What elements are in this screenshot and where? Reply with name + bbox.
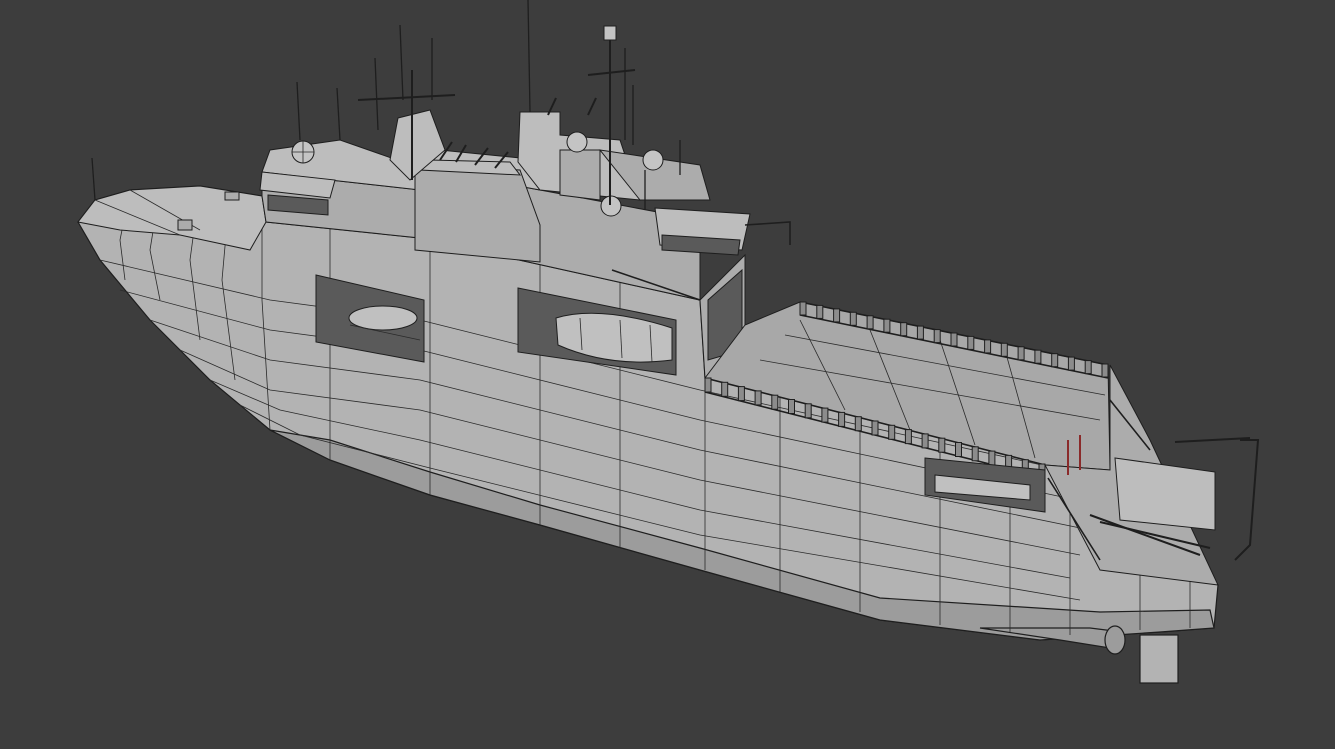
bulwark-post (971, 446, 979, 462)
bulwark-post (950, 332, 958, 347)
mast-top-sensor (603, 25, 617, 41)
bulwark-post (721, 381, 729, 397)
bulwark-post (933, 329, 941, 344)
bulwark-post (883, 318, 891, 333)
propeller (1104, 625, 1126, 655)
bulwark-post (866, 315, 874, 330)
bulwark-post (921, 433, 929, 449)
bulwark-post (849, 311, 857, 326)
bulwark-post (1051, 353, 1059, 368)
bulwark-post (854, 416, 862, 432)
ship-model-wireframe[interactable] (0, 0, 1335, 749)
radar-dome-aft (642, 149, 664, 171)
bow-capstan (177, 219, 193, 231)
rescue-boat (348, 305, 418, 331)
bulwark-post (871, 420, 879, 436)
bulwark-post (916, 325, 924, 340)
bulwark-post (788, 399, 795, 414)
bulwark-post (704, 377, 712, 393)
bulwark-post (888, 424, 896, 440)
bulwark-post (1034, 349, 1042, 364)
bulwark-post (804, 403, 812, 419)
bulwark-post (1084, 360, 1092, 375)
bulwark-post (799, 301, 807, 316)
bulwark-post (967, 335, 975, 350)
bulwark-post (1017, 346, 1025, 361)
bulwark-post (984, 339, 992, 354)
bulwark-post (938, 437, 946, 453)
bulwark-post (754, 390, 762, 406)
rudder (1139, 634, 1179, 684)
3d-viewport[interactable] (0, 0, 1335, 749)
bulwark-post (955, 442, 962, 457)
bulwark-post (833, 308, 841, 323)
bulwark-post (838, 411, 846, 427)
bulwark-post (816, 304, 824, 319)
bulwark-post (1067, 356, 1075, 371)
bulwark-post (1101, 363, 1109, 378)
radar-dome-mid (566, 131, 588, 153)
bulwark-post (900, 322, 908, 337)
bulwark-post (771, 394, 779, 410)
stern-container (1114, 457, 1216, 531)
bulwark-post (1000, 342, 1008, 357)
bulwark-post (821, 407, 829, 423)
bulwark-post (904, 429, 912, 445)
bulwark-post (988, 450, 996, 466)
funnel-block (414, 164, 541, 263)
bulwark-post (737, 386, 745, 402)
